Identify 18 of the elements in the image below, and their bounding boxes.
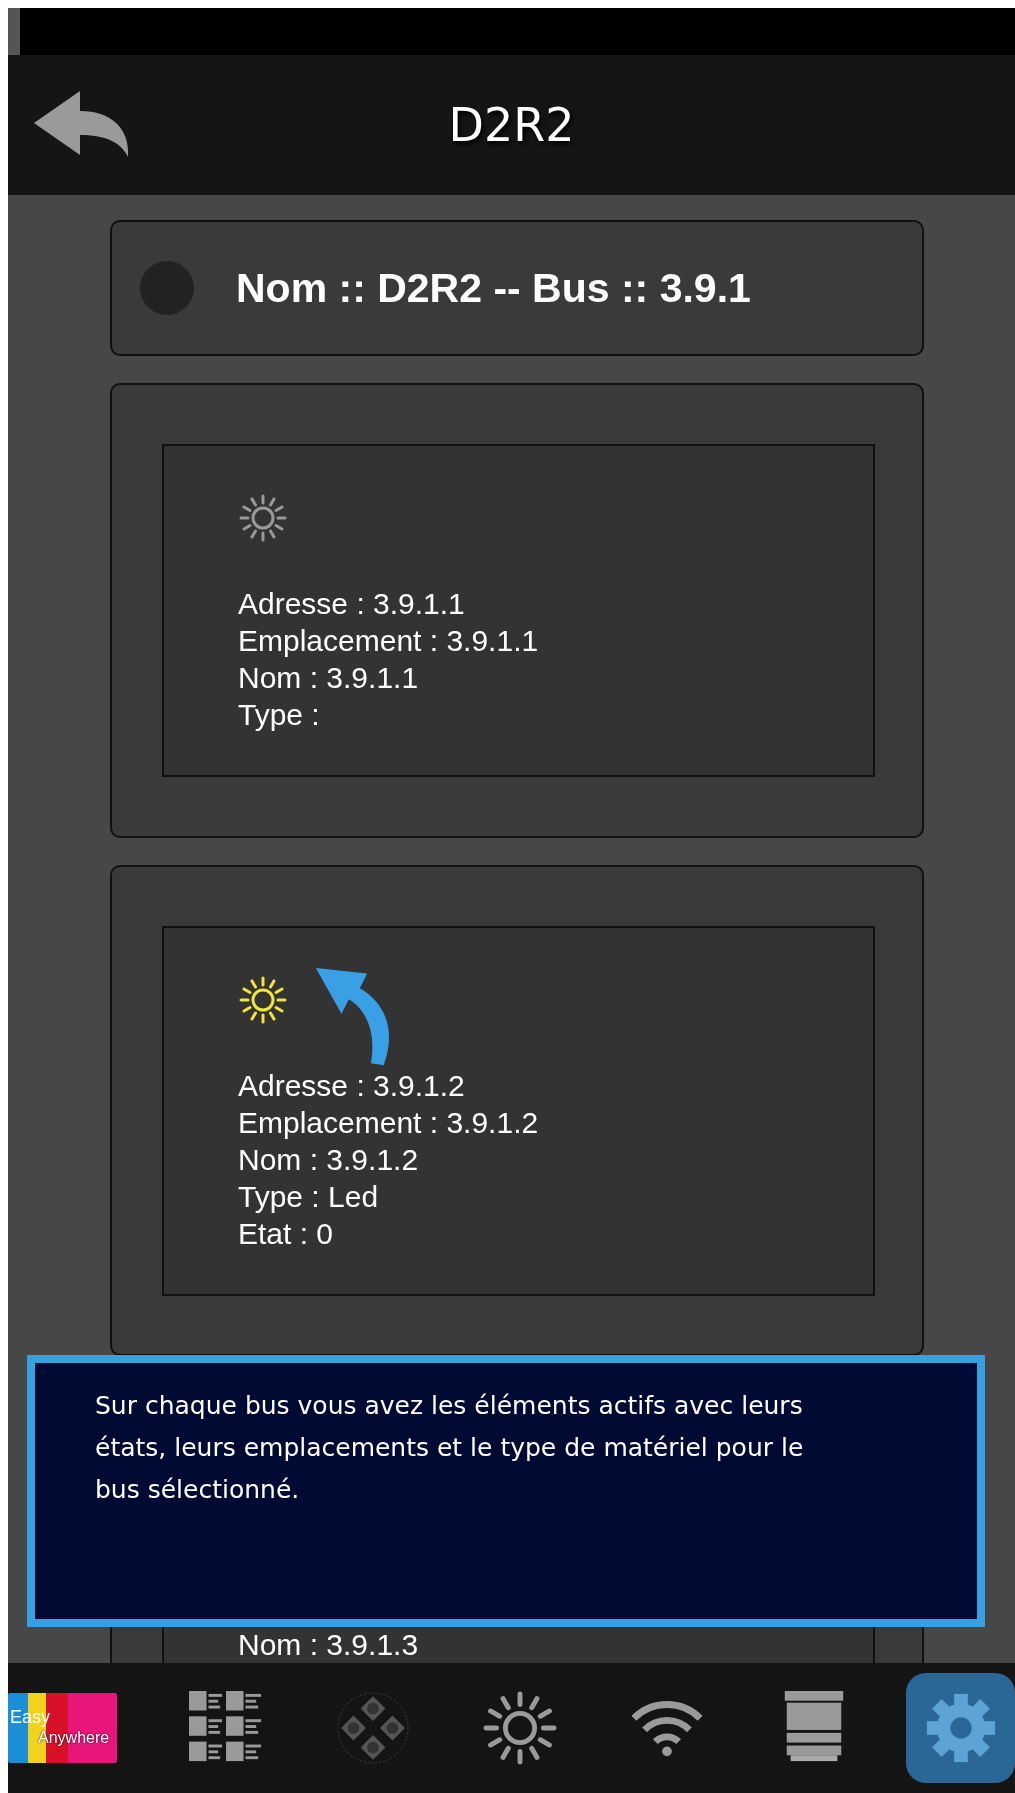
device-info-text: Nom : 3.9.1.1 [238,660,420,696]
device-info-text: Adresse : 3.9.1.1 [238,586,466,622]
logo-word: Easy [10,1707,51,1728]
device-info-text: Emplacement : 3.9.1.2 [238,1105,540,1141]
tab-button[interactable] [906,1673,1015,1783]
sun-icon [483,1691,557,1765]
device-info-text: Adresse : 3.9.1.2 [238,1068,466,1104]
device-info-text: Nom : 3.9.1.3 [238,1627,420,1663]
device-info-text: Emplacement : 3.9.1.1 [238,623,540,659]
dpad-icon [336,1691,411,1765]
screen-title: D2R2 [448,98,575,152]
device-info-text: Type : [238,697,321,733]
device-info-text: Type : Led [238,1179,380,1215]
bus-label: Nom :: D2R2 -- Bus :: 3.9.1 [236,264,751,312]
device-info-text: Etat : 0 [238,1216,335,1252]
status-dot-icon [140,261,194,315]
tip-text: Sur chaque bus vous avez les éléments actifs avec leurs états, leurs emplacements et le type de matériel pour le bus sélectionné. [95,1390,805,1506]
device-info-text: Nom : 3.9.1.2 [238,1142,420,1178]
